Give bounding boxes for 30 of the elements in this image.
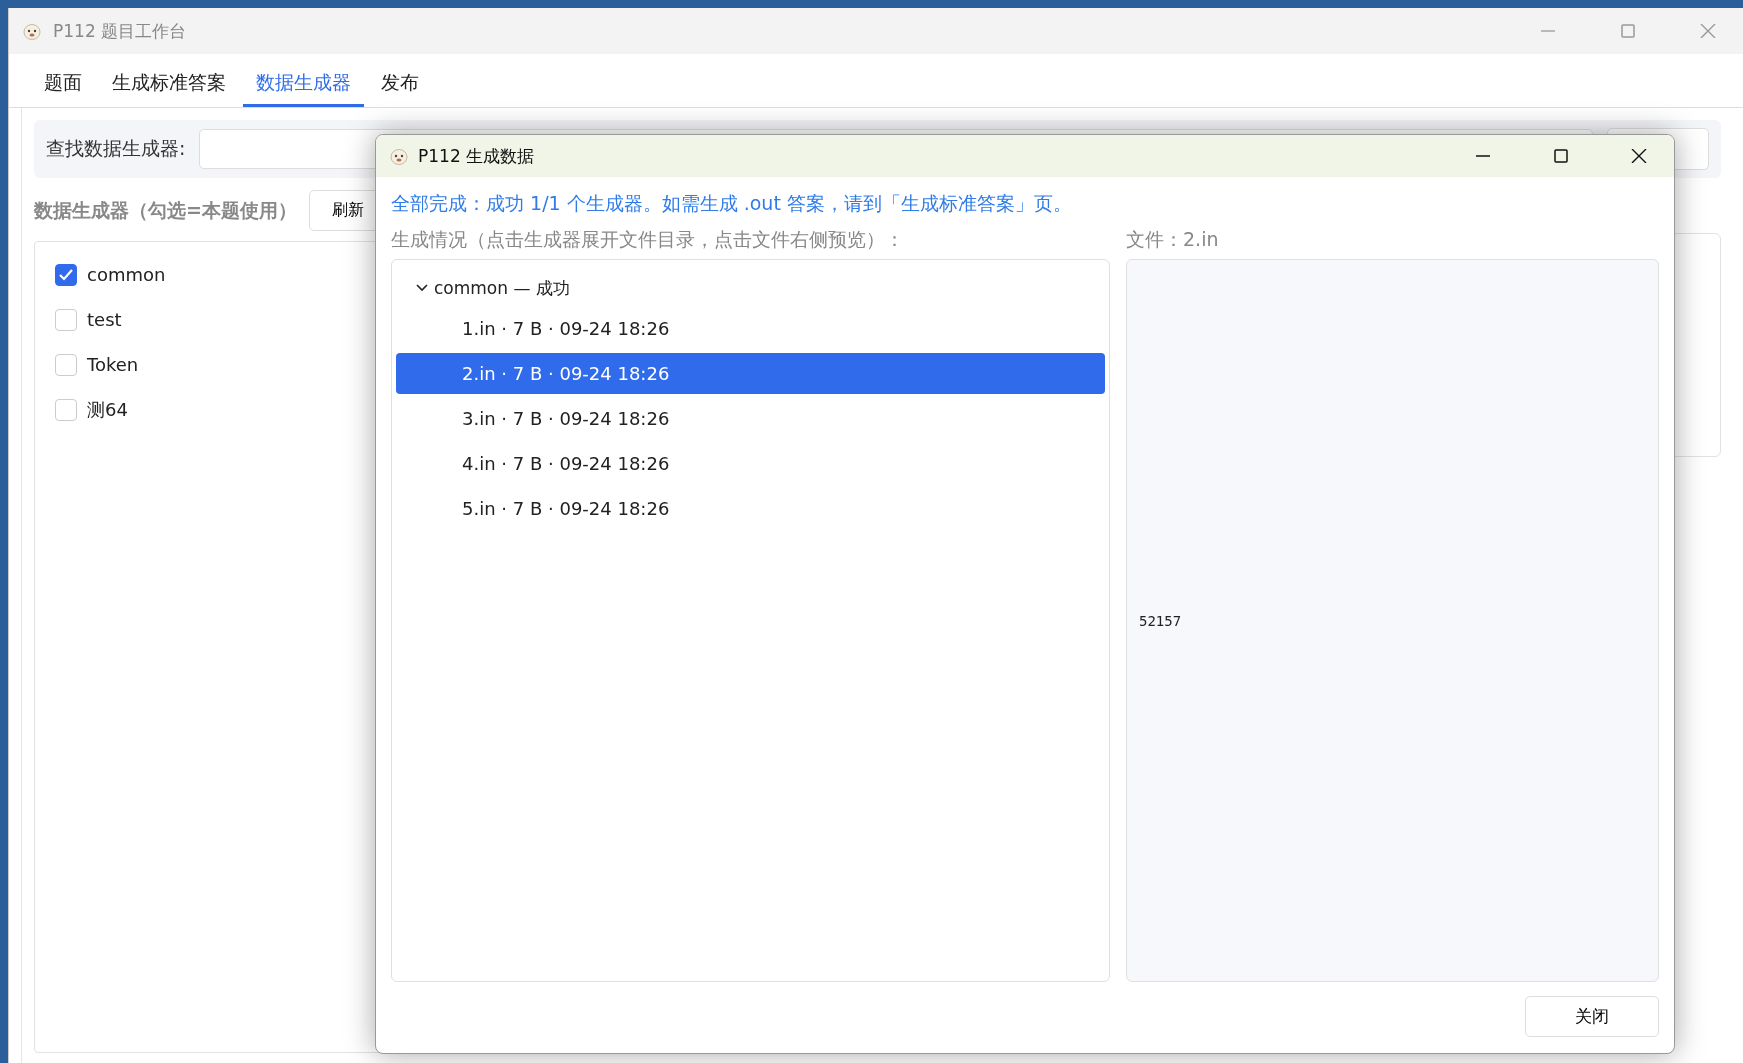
search-label: 查找数据生成器: bbox=[46, 136, 186, 161]
dialog-title: P112 生成数据 bbox=[418, 144, 536, 168]
generator-name: test bbox=[87, 309, 122, 330]
file-item[interactable]: 3.in · 7 B · 09-24 18:26 bbox=[396, 398, 1105, 439]
generator-name: 测64 bbox=[87, 397, 128, 422]
generator-name: Token bbox=[87, 354, 139, 375]
file-item[interactable]: 1.in · 7 B · 09-24 18:26 bbox=[396, 308, 1105, 349]
close-button[interactable]: 关闭 bbox=[1525, 996, 1659, 1037]
generator-name: common bbox=[87, 264, 166, 285]
section-heading: 数据生成器（勾选=本题使用） bbox=[34, 197, 297, 223]
tab[interactable]: 题面 bbox=[31, 64, 95, 107]
tab[interactable]: 数据生成器 bbox=[243, 64, 364, 107]
tab[interactable]: 发布 bbox=[368, 64, 432, 107]
tree-node[interactable]: common — 成功 bbox=[396, 268, 576, 308]
close-icon bbox=[1700, 24, 1716, 38]
tree-label: 生成情况（点击生成器展开文件目录，点击文件右侧预览）： bbox=[391, 227, 905, 252]
file-content: 52157 bbox=[1139, 612, 1182, 629]
window-title: P112 题目工作台 bbox=[53, 19, 188, 43]
status-message: 全部完成：成功 1/1 个生成器。如需生成 .out 答案，请到「生成标准答案」页。 bbox=[391, 191, 1073, 216]
close-icon bbox=[1631, 149, 1647, 163]
maximize-icon bbox=[1620, 24, 1636, 38]
checkmark-icon bbox=[59, 268, 73, 281]
tab[interactable]: 生成标准答案 bbox=[99, 64, 239, 107]
checkbox[interactable] bbox=[55, 263, 77, 286]
file-item[interactable]: 5.in · 7 B · 09-24 18:26 bbox=[396, 488, 1105, 529]
maximize-icon bbox=[1553, 149, 1569, 163]
file-item[interactable]: 2.in · 7 B · 09-24 18:26 bbox=[396, 353, 1105, 394]
chevron-icon bbox=[416, 284, 428, 292]
preview-label: 文件：2.in bbox=[1126, 227, 1220, 252]
file-item[interactable]: 4.in · 7 B · 09-24 18:26 bbox=[396, 443, 1105, 484]
